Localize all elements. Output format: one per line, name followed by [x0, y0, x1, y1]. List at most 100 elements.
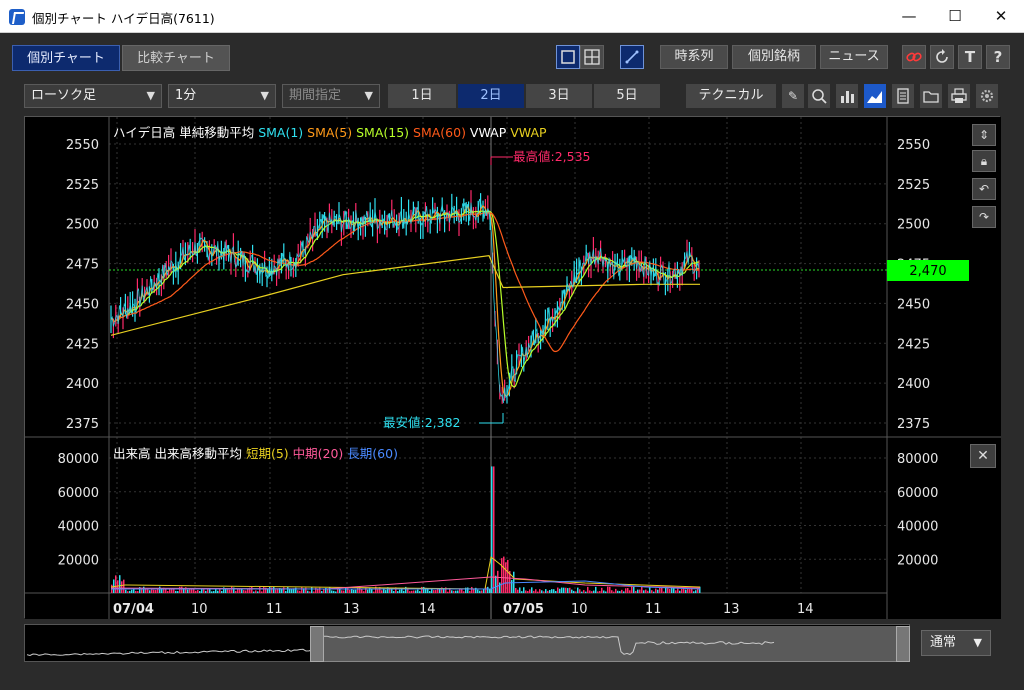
navigator-right-handle[interactable]: [896, 626, 910, 662]
navigator-selection[interactable]: [320, 626, 898, 662]
redo-button[interactable]: ↷: [972, 206, 996, 228]
navigator-left-handle[interactable]: [310, 626, 324, 662]
volume-bar: [499, 582, 501, 593]
days-2-button[interactable]: 2日: [458, 84, 524, 108]
volume-bar: [431, 589, 433, 593]
minimize-button[interactable]: —: [886, 0, 932, 33]
trendline-icon: [625, 50, 639, 64]
volume-bar: [685, 589, 687, 593]
draw-tool-button[interactable]: ✎: [782, 84, 804, 108]
print-button[interactable]: [948, 84, 970, 108]
volume-bar: [427, 589, 429, 593]
volume-bar: [507, 559, 509, 593]
chart-area[interactable]: 2550 2525 2500 2475 2450 2425 2400 2375 2550 252…: [24, 116, 1001, 619]
volume-bar: [291, 588, 293, 593]
volume-bar: [567, 588, 569, 593]
fit-scale-button[interactable]: ⇕: [972, 124, 996, 146]
title-bar: 個別チャート ハイデ日高(7611) — ☐ ✕: [0, 0, 1024, 33]
volume-bar: [349, 589, 351, 593]
tab-individual-chart[interactable]: 個別チャート: [12, 45, 120, 71]
display-mode-select[interactable]: 通常 ▼: [921, 630, 991, 656]
grid-layout-button[interactable]: [580, 45, 604, 69]
volume-bar: [645, 589, 647, 593]
volume-bar: [299, 590, 301, 593]
volume-bar: [615, 588, 617, 593]
volume-bar: [343, 590, 345, 593]
volume-bar: [599, 590, 601, 593]
volume-bar: [495, 575, 497, 593]
time-tick-label: 11: [645, 602, 662, 617]
volume-bar: [569, 587, 571, 593]
volume-bar: [659, 587, 661, 593]
volume-bar: [433, 590, 435, 593]
undo-button[interactable]: ↶: [972, 178, 996, 200]
volume-bar: [155, 589, 157, 593]
help-button[interactable]: ?: [986, 45, 1010, 69]
settings-button[interactable]: [976, 84, 998, 108]
volume-tick-label: 60000: [58, 486, 99, 501]
volume-bar: [225, 589, 227, 593]
time-series-button[interactable]: 時系列: [660, 45, 728, 69]
chart-canvas[interactable]: 2550 2525 2500 2475 2450 2425 2400 2375 2550 252…: [25, 117, 1001, 619]
volume-bar: [121, 581, 123, 593]
link-button[interactable]: [902, 45, 926, 69]
area-chart-button[interactable]: [864, 84, 886, 108]
volume-tick-label: 40000: [58, 520, 99, 535]
volume-bar: [613, 591, 615, 593]
volume-bar: [277, 589, 279, 593]
price-tick-label: 2475: [66, 258, 99, 273]
tab-compare-chart[interactable]: 比較チャート: [122, 45, 230, 71]
draw-line-button[interactable]: [620, 45, 644, 69]
individual-stock-button[interactable]: 個別銘柄: [732, 45, 816, 69]
technical-button[interactable]: テクニカル: [686, 84, 776, 108]
volume-bar: [331, 590, 333, 593]
zoom-button[interactable]: [808, 84, 830, 108]
volume-bar: [649, 587, 651, 593]
days-1-button[interactable]: 1日: [388, 84, 456, 108]
period-select[interactable]: 期間指定 ▼: [282, 84, 380, 108]
price-tick-label: 2500: [897, 218, 930, 233]
text-tool-button[interactable]: T: [958, 45, 982, 69]
volume-bar: [367, 589, 369, 593]
volume-bar: [365, 587, 367, 593]
volume-bar: [531, 587, 533, 593]
time-tick-label: 07/04: [113, 602, 154, 617]
volume-bar: [417, 589, 419, 593]
volume-bar: [283, 587, 285, 593]
window-title: 個別チャート ハイデ日高(7611): [32, 11, 215, 26]
maximize-button[interactable]: ☐: [932, 0, 978, 33]
volume-bar: [557, 587, 559, 593]
days-5-button[interactable]: 5日: [594, 84, 660, 108]
refresh-button[interactable]: [930, 45, 954, 69]
volume-bar: [653, 591, 655, 593]
days-3-button[interactable]: 3日: [526, 84, 592, 108]
price-tick-label: 2425: [66, 337, 99, 352]
volume-bar: [411, 590, 413, 593]
volume-bar: [563, 587, 565, 593]
volume-bar: [145, 589, 147, 593]
single-layout-button[interactable]: [556, 45, 580, 69]
price-tick-label: 2400: [897, 377, 930, 392]
volume-bar: [635, 590, 637, 593]
volume-bar: [227, 589, 229, 593]
volume-bar: [527, 591, 529, 593]
volume-bar: [413, 590, 415, 593]
open-folder-button[interactable]: [920, 84, 942, 108]
volume-bar: [321, 591, 323, 593]
volume-bar: [517, 589, 519, 593]
close-button[interactable]: ✕: [978, 0, 1024, 33]
volume-toggle-button[interactable]: [836, 84, 858, 108]
volume-bar: [181, 586, 183, 593]
volume-bar: [285, 591, 287, 593]
news-button[interactable]: ニュース: [820, 45, 888, 69]
volume-bar: [621, 589, 623, 593]
close-volume-panel-button[interactable]: ✕: [970, 444, 996, 468]
volume-bar: [629, 590, 631, 593]
chart-type-select[interactable]: ローソク足 ▼: [24, 84, 162, 108]
volume-bar: [631, 586, 633, 593]
lock-button[interactable]: 🔒︎: [972, 150, 996, 172]
volume-bar: [241, 589, 243, 593]
volume-bar: [261, 591, 263, 593]
notes-button[interactable]: [892, 84, 914, 108]
interval-select[interactable]: 1分 ▼: [168, 84, 276, 108]
